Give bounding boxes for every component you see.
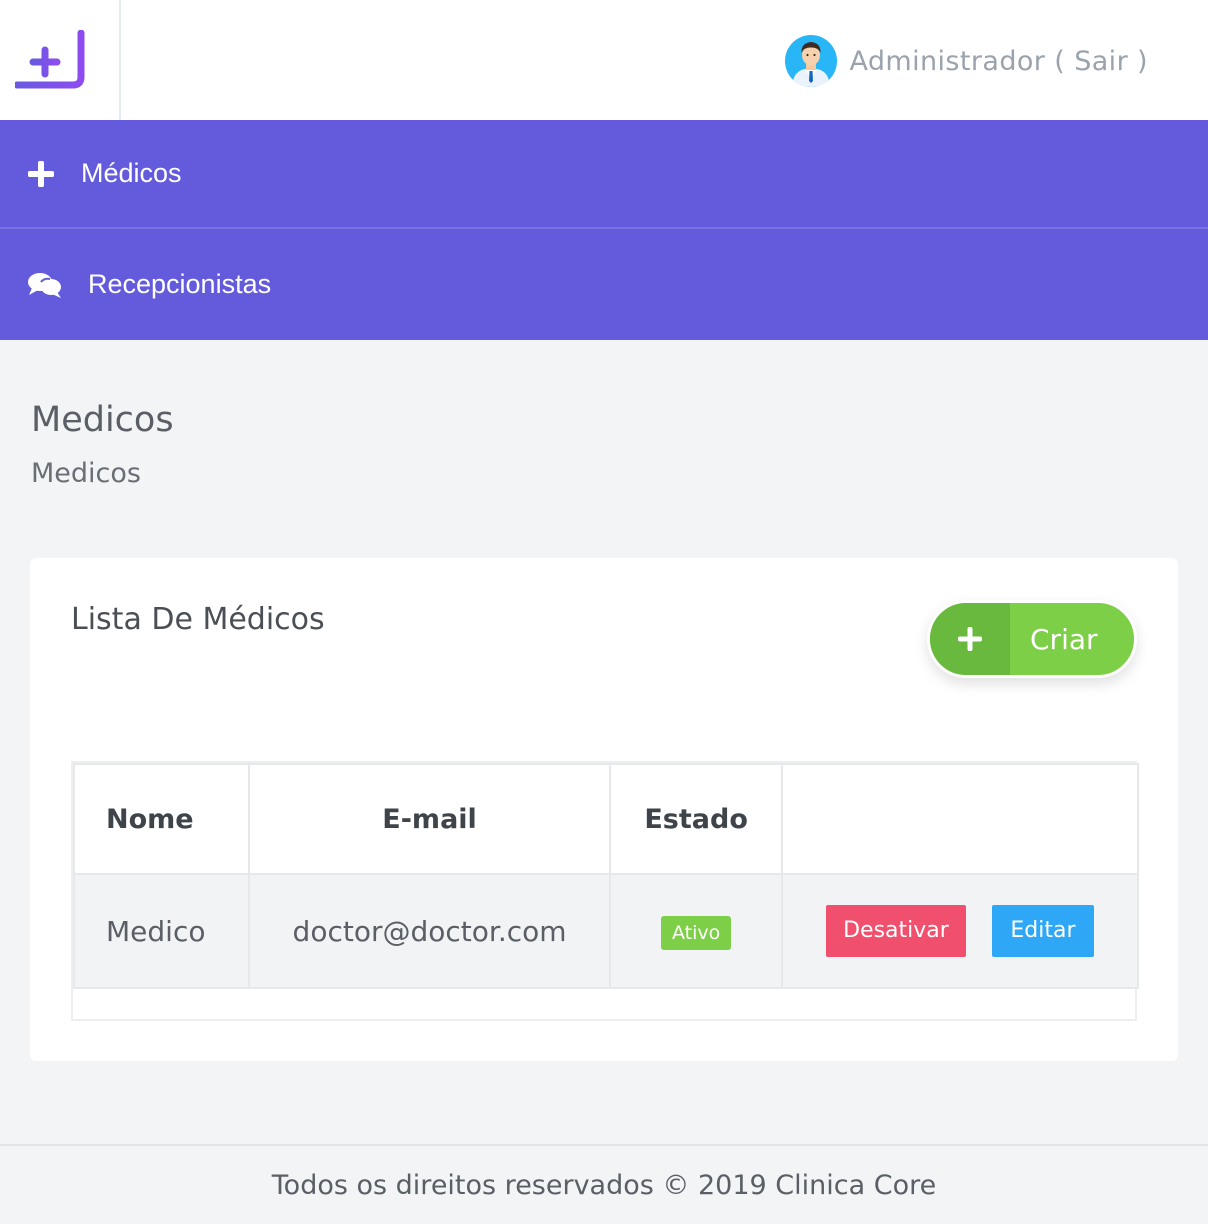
doctor-avatar-icon — [785, 35, 838, 87]
doctor-name-cell: Medico — [73, 873, 250, 989]
page-title: Medicos — [31, 400, 174, 440]
column-header-email[interactable]: E-mail — [247, 763, 612, 875]
breadcrumb: Medicos — [31, 458, 141, 489]
create-button-label: Criar — [1030, 622, 1098, 656]
doctors-table-container: Nome E-mail Estado Medico doctor@doctor.… — [71, 761, 1140, 1021]
main-nav: Médicos Recepcionistas — [0, 120, 1208, 340]
column-header-estado[interactable]: Estado — [609, 763, 783, 875]
column-header-actions — [780, 763, 1140, 875]
nav-item-label: Médicos — [81, 158, 182, 188]
footer-copyright: Todos os direitos reservados © 2019 Clin… — [271, 1169, 937, 1201]
deactivate-button[interactable]: Desativar — [825, 905, 966, 957]
status-badge: Ativo — [661, 915, 732, 950]
chat-bubbles-icon — [28, 271, 68, 299]
doctor-status-cell: Ativo — [609, 873, 783, 989]
logo-container[interactable] — [0, 0, 121, 120]
create-button[interactable]: Criar — [927, 600, 1137, 678]
doctors-table: Nome E-mail Estado Medico doctor@doctor.… — [73, 763, 1140, 989]
plus-icon — [930, 603, 1010, 675]
doctor-email-cell: doctor@doctor.com — [247, 873, 612, 989]
nav-item-label: Recepcionistas — [88, 269, 272, 299]
user-name-logout[interactable]: Administrador ( Sair ) — [849, 46, 1148, 77]
nav-item-medicos[interactable]: Médicos — [0, 120, 1208, 229]
doctor-actions-cell: Desativar Editar — [780, 873, 1140, 989]
footer: Todos os direitos reservados © 2019 Clin… — [0, 1144, 1208, 1224]
clinic-plus-logo-icon — [15, 30, 89, 89]
table-row: Medico doctor@doctor.com Ativo Desativar… — [73, 873, 1140, 989]
column-header-nome[interactable]: Nome — [73, 763, 250, 875]
user-menu[interactable]: Administrador ( Sair ) — [785, 33, 1148, 89]
plus-icon — [28, 160, 68, 187]
table-header-row: Nome E-mail Estado — [73, 763, 1140, 875]
card-title: Lista De Médicos — [71, 602, 325, 637]
doctors-card: Lista De Médicos Criar Nome E-mail Estad… — [30, 558, 1178, 1061]
top-header: Administrador ( Sair ) — [0, 0, 1208, 120]
nav-item-recepcionistas[interactable]: Recepcionistas — [0, 230, 1208, 339]
edit-button[interactable]: Editar — [991, 905, 1094, 957]
